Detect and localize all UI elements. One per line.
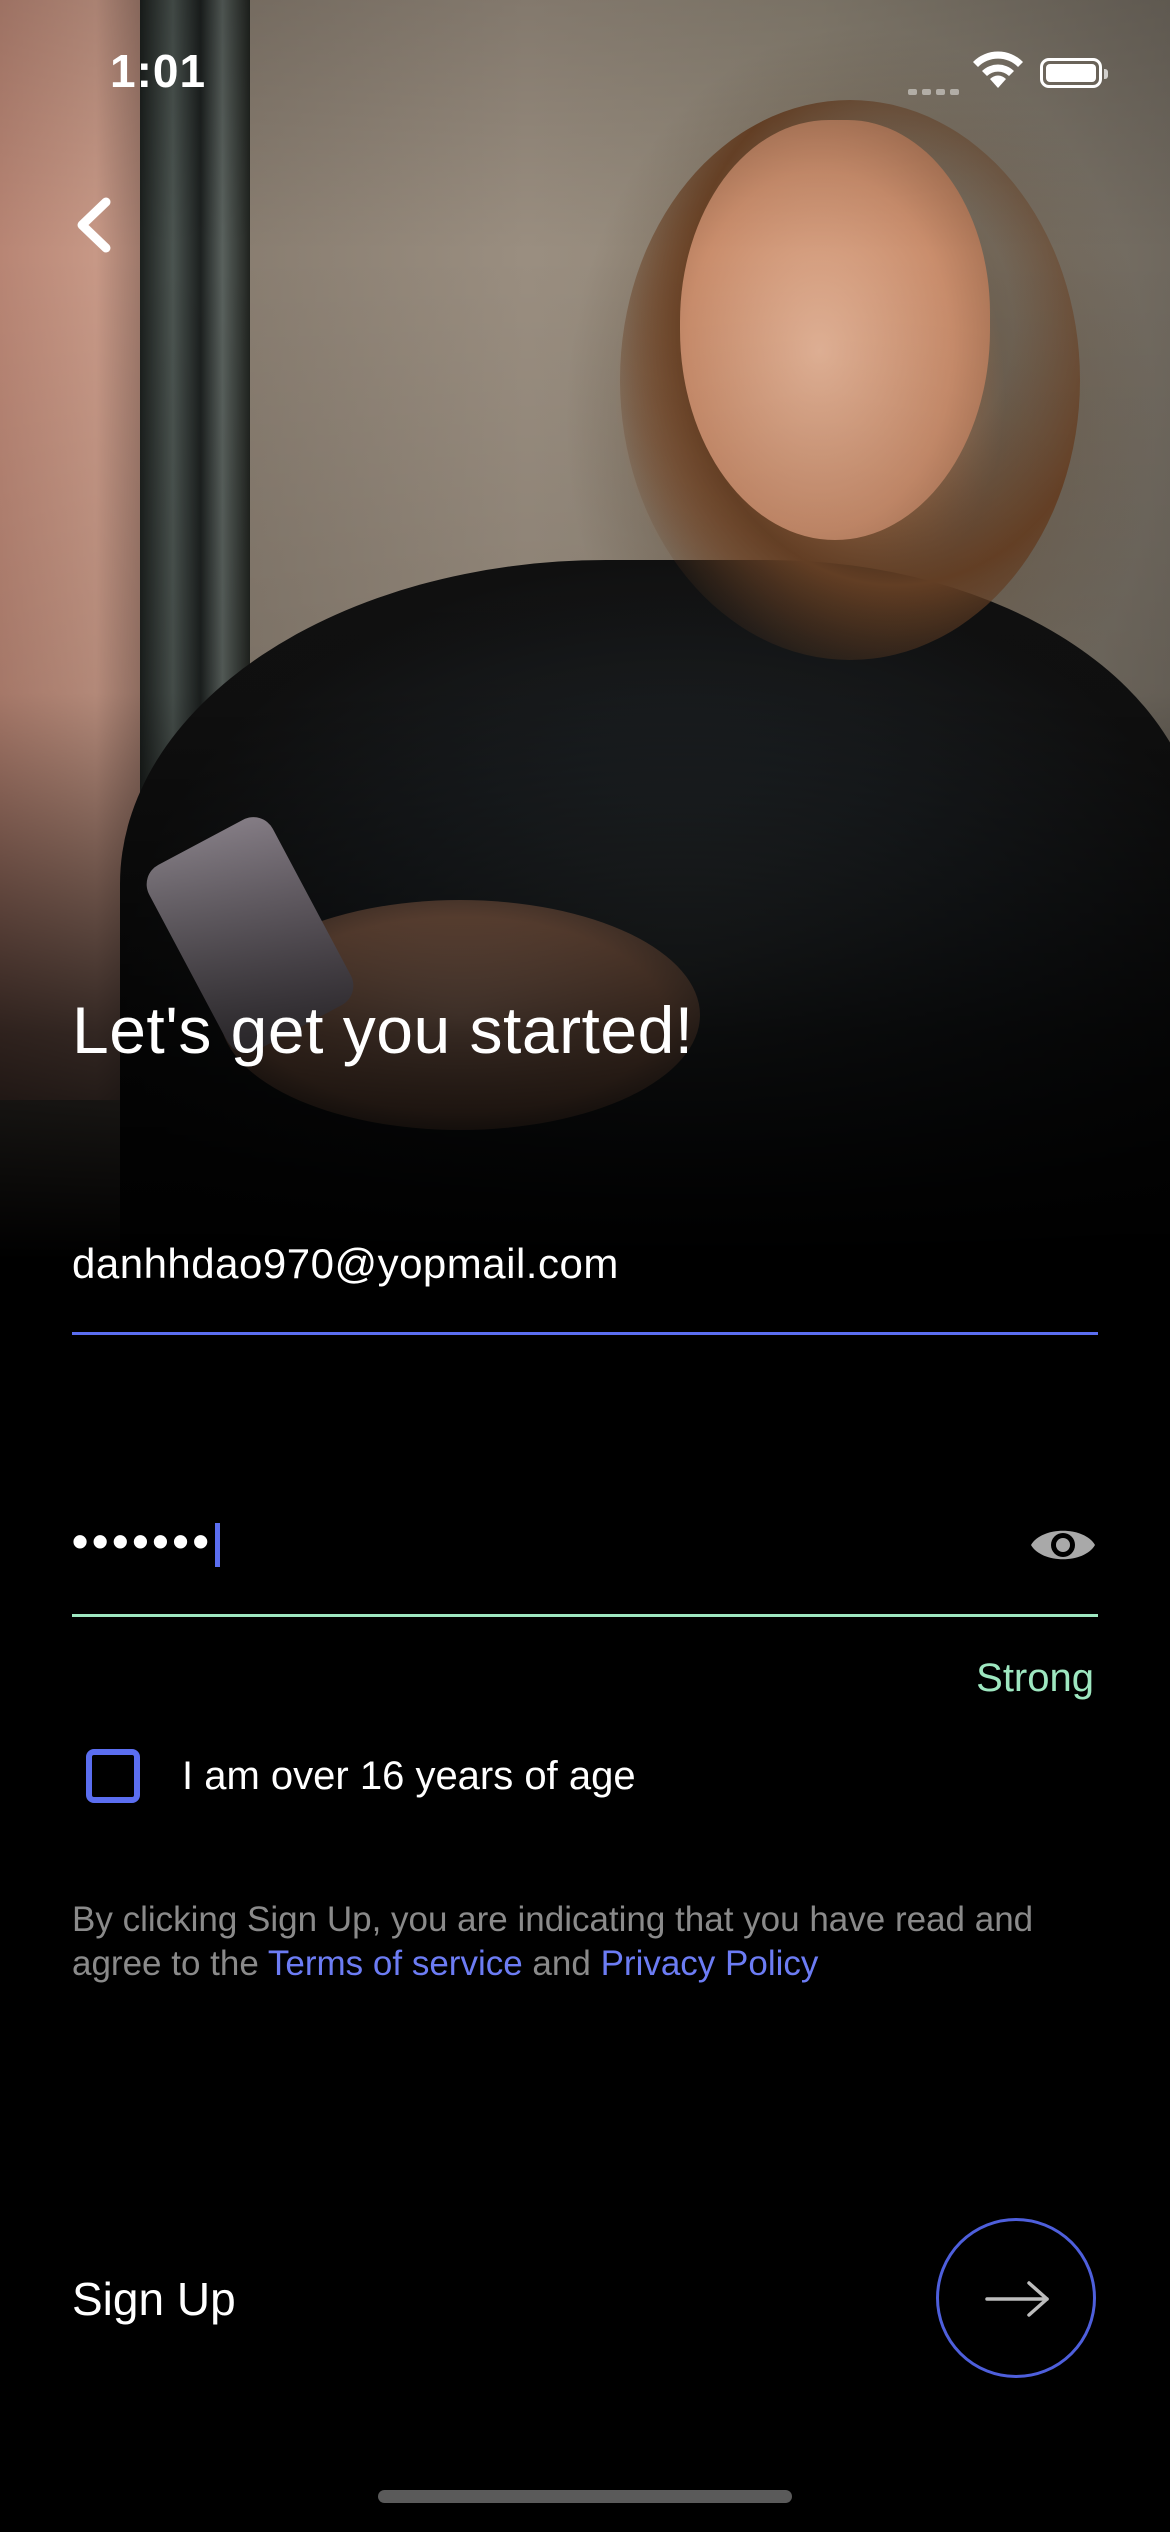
privacy-policy-link[interactable]: Privacy Policy — [601, 1944, 819, 1983]
age-confirm-row[interactable]: I am over 16 years of age — [86, 1740, 636, 1812]
home-indicator — [378, 2490, 792, 2503]
legal-conjunction: and — [532, 1944, 591, 1983]
terms-of-service-link[interactable]: Terms of service — [268, 1944, 523, 1983]
status-bar: 1:01 — [0, 0, 1170, 150]
password-field[interactable]: ••••••• — [72, 1500, 1098, 1617]
hero-fade-overlay — [0, 0, 1170, 1260]
sign-up-button[interactable] — [936, 2218, 1096, 2378]
text-caret — [214, 1522, 220, 1567]
legal-notice: By clicking Sign Up, you are indicating … — [72, 1898, 1072, 1986]
eye-icon[interactable] — [1028, 1520, 1098, 1570]
hero-photo — [0, 0, 1170, 1260]
sign-up-label: Sign Up — [72, 2273, 236, 2325]
email-field[interactable]: danhhdao970@yopmail.com — [72, 1230, 1098, 1335]
wifi-icon — [973, 51, 1023, 88]
age-checkbox[interactable] — [86, 1749, 140, 1803]
status-time: 1:01 — [110, 45, 207, 97]
password-masked-text: ••••••• — [72, 1515, 213, 1567]
arrow-right-icon — [985, 2281, 1049, 2317]
battery-icon — [1040, 58, 1108, 88]
page-title: Let's get you started! — [72, 993, 694, 1067]
password-value[interactable]: ••••••• — [72, 1514, 220, 1568]
cellular-signal-icon — [908, 82, 964, 100]
chevron-left-icon — [77, 197, 111, 253]
back-button[interactable] — [62, 190, 132, 260]
password-strength-label: Strong — [976, 1656, 1094, 1700]
email-value[interactable]: danhhdao970@yopmail.com — [72, 1240, 619, 1288]
age-checkbox-label: I am over 16 years of age — [182, 1753, 636, 1798]
